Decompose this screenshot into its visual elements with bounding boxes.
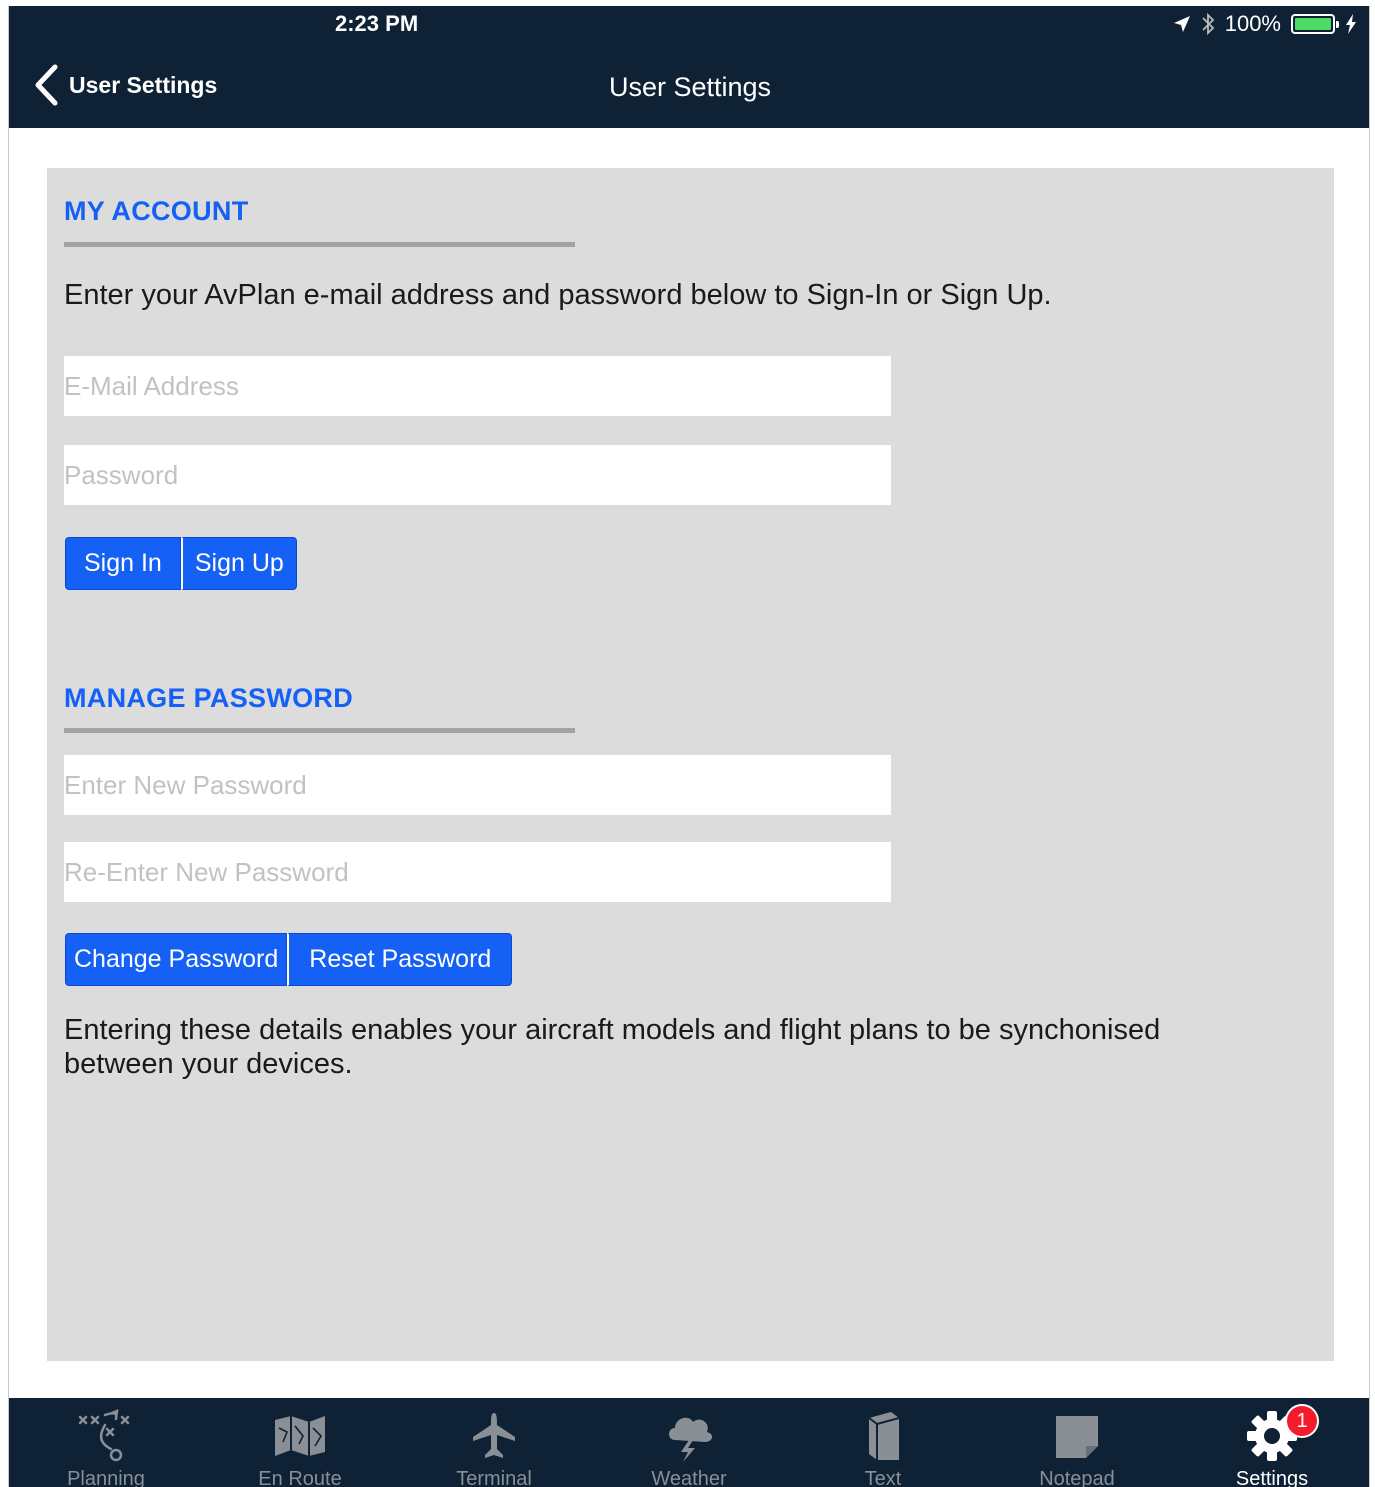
my-account-heading: MY ACCOUNT [64,196,249,226]
tab-notepad[interactable]: Notepad [980,1398,1174,1487]
tab-en-route[interactable]: En Route [203,1398,397,1487]
bluetooth-icon [1202,12,1214,36]
new-password-field[interactable] [64,755,891,815]
charging-bolt-icon [1346,14,1356,34]
weather-icon [669,1417,713,1462]
account-instructions: Enter your AvPlan e-mail address and pas… [64,279,1052,311]
sync-note: Entering these details enables your airc… [64,1014,1161,1080]
battery-icon [1291,14,1339,34]
map-icon [275,1416,325,1456]
manage-password-heading: MANAGE PASSWORD [64,683,354,713]
reset-password-button[interactable]: Reset Password [287,933,513,986]
status-indicators: 100% [1173,11,1357,37]
tab-text[interactable]: Text [786,1398,980,1487]
tab-terminal-label: Terminal [456,1468,532,1487]
tab-bar: Planning En Route Terminal Weather Text … [9,1398,1369,1487]
airplane-icon [473,1413,515,1458]
email-field[interactable] [64,356,891,416]
tab-planning-label: Planning [67,1468,145,1487]
status-time: 2:23 PM [335,11,419,36]
location-arrow-icon [1173,16,1190,32]
tab-weather[interactable]: Weather [592,1398,786,1487]
reenter-password-field[interactable] [64,842,891,902]
password-button-group: Change Password Reset Password [65,933,513,986]
app-window: 2:23 PM 100% User Settings User Settings… [8,6,1370,1487]
my-account-divider [64,242,575,247]
tab-en-route-label: En Route [258,1468,342,1487]
tab-planning[interactable]: Planning [9,1398,203,1487]
tab-text-label: Text [864,1468,902,1487]
tab-terminal[interactable]: Terminal [397,1398,591,1487]
tab-settings-label: Settings [1235,1468,1309,1487]
sign-in-button[interactable]: Sign In [65,537,181,590]
account-button-group: Sign In Sign Up [65,537,297,590]
battery-percent: 100% [1224,11,1281,36]
tab-notepad-label: Notepad [1039,1468,1115,1487]
planning-icon [78,1409,130,1462]
password-field[interactable] [64,445,891,505]
book-icon [868,1412,900,1460]
tab-weather-label: Weather [651,1468,727,1487]
notepad-icon [1056,1416,1098,1458]
page-title: User Settings [608,72,772,102]
change-password-button[interactable]: Change Password [65,933,288,986]
settings-panel: MY ACCOUNT Enter your AvPlan e-mail addr… [47,168,1334,1361]
settings-badge: 1 [1285,1404,1319,1438]
top-bar: 2:23 PM 100% User Settings User Settings [9,6,1369,128]
manage-password-divider [64,728,575,733]
tab-settings[interactable]: 1 Settings [1175,1398,1369,1487]
sign-up-button[interactable]: Sign Up [180,537,297,590]
